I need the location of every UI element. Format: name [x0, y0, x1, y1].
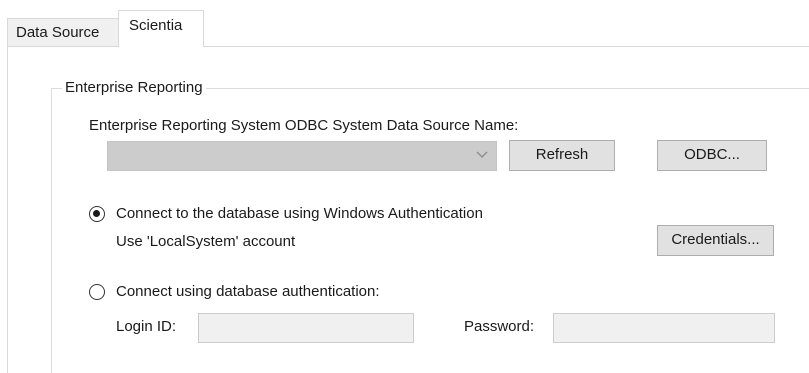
windows-auth-radio[interactable] — [89, 206, 105, 222]
tab-scientia[interactable]: Scientia — [118, 10, 204, 47]
refresh-button[interactable]: Refresh — [509, 140, 615, 171]
login-id-label: Login ID: — [116, 318, 177, 335]
tab-data-source[interactable]: Data Source — [7, 18, 119, 46]
dsn-combobox[interactable] — [107, 141, 497, 171]
credentials-button[interactable]: Credentials... — [657, 225, 774, 256]
tab-strip: Data Source Scientia — [0, 0, 809, 47]
credentials-button-label: Credentials... — [671, 231, 760, 248]
group-title: Enterprise Reporting — [62, 79, 206, 96]
tab-data-source-label: Data Source — [16, 24, 100, 41]
account-text: Use 'LocalSystem' account — [116, 233, 296, 250]
tab-scientia-label: Scientia — [129, 17, 183, 34]
database-auth-label[interactable]: Connect using database authentication: — [116, 283, 380, 300]
scientia-properties-dialog: Data Source Scientia Enterprise Reportin… — [0, 0, 809, 373]
odbc-button-label: ODBC... — [684, 146, 740, 163]
dsn-label: Enterprise Reporting System ODBC System … — [89, 117, 519, 134]
login-id-field[interactable] — [198, 313, 414, 343]
password-field[interactable] — [553, 313, 775, 343]
database-auth-radio[interactable] — [89, 284, 105, 300]
odbc-button[interactable]: ODBC... — [657, 140, 767, 171]
refresh-button-label: Refresh — [535, 146, 589, 163]
radio-selected-dot — [93, 210, 100, 217]
password-label: Password: — [464, 318, 535, 335]
windows-auth-label[interactable]: Connect to the database using Windows Au… — [116, 205, 483, 222]
chevron-down-icon — [476, 151, 488, 158]
